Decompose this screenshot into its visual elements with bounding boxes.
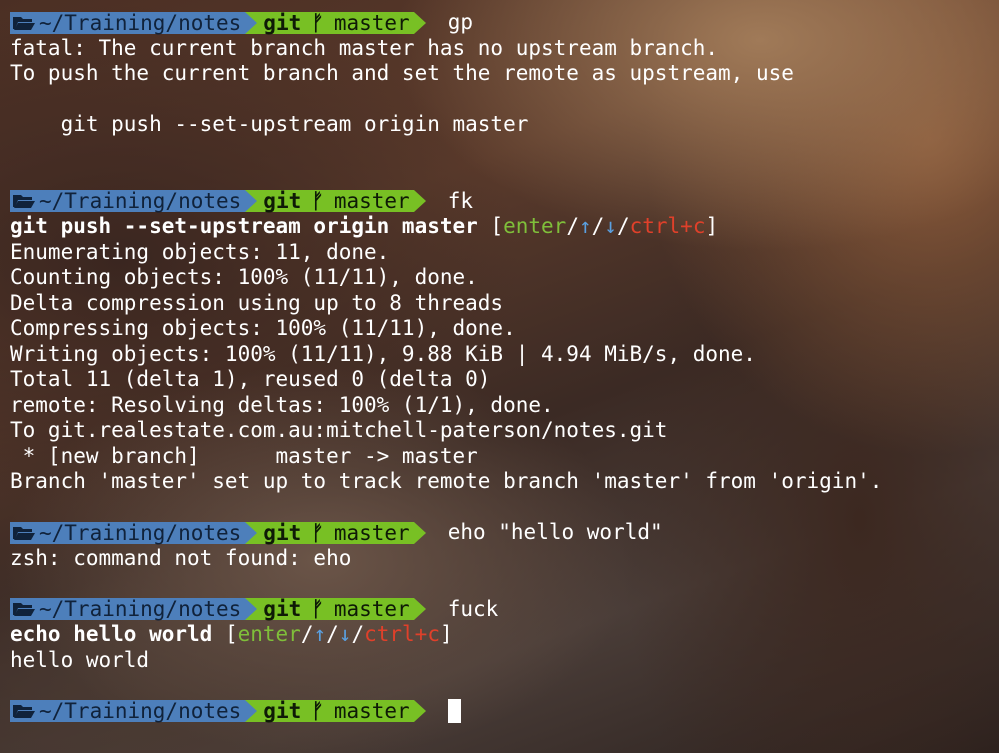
suggestion-line: git push --set-upstream origin master [e… <box>10 214 995 240</box>
folder-open-icon <box>13 16 35 30</box>
powerline-arrow-icon <box>245 190 258 213</box>
output-line: git push --set-upstream origin master <box>10 112 529 136</box>
active-prompt-line[interactable]: ~/Training/notes git ᚠ master <box>10 699 995 725</box>
path-segment: ~/Training/notes <box>10 10 246 35</box>
prompt-line: ~/Training/notes git ᚠ master eho "hello w… <box>10 520 995 546</box>
text-cursor <box>447 699 461 724</box>
powerline-arrow-icon <box>413 700 426 723</box>
powerline-arrow-icon <box>245 598 258 621</box>
folder-open-icon <box>13 603 35 617</box>
path-segment: ~/Training/notes <box>10 699 246 724</box>
branch-icon: ᚠ <box>311 10 324 35</box>
branch-icon: ᚠ <box>311 189 324 214</box>
hint-separator: / <box>616 214 630 238</box>
hint-separator: / <box>326 622 339 646</box>
hint-up: ↑ <box>578 214 592 238</box>
suggested-command: git push --set-upstream origin master <box>10 214 478 238</box>
output-line: Delta compression using up to 8 threads <box>10 290 504 315</box>
output-line: Total 11 (delta 1), reused 0 (delta 0) <box>10 367 491 391</box>
branch-icon: ᚠ <box>311 597 324 622</box>
branch-name: master <box>333 10 410 35</box>
git-label: git <box>263 597 302 622</box>
git-segment: git ᚠ master <box>257 189 414 214</box>
output-line: * [new branch] master -> master <box>10 443 478 468</box>
output-line: hello world <box>10 647 150 672</box>
powerline-arrow-icon <box>413 190 426 213</box>
git-label: git <box>263 520 302 545</box>
hint-down: ↓ <box>604 214 617 238</box>
powerline-arrow-icon <box>413 598 426 621</box>
command-text: eho "hello world" <box>447 520 663 544</box>
prompt-line: ~/Training/notes git ᚠ master fuck <box>10 597 995 623</box>
folder-open-icon <box>13 526 35 540</box>
command-text: fuck <box>447 596 499 621</box>
hint-close: ] <box>439 622 453 646</box>
suggestion-line: echo hello world [enter/↑/↓/ctrl+c] <box>10 622 995 648</box>
git-label: git <box>263 189 302 214</box>
branch-icon: ᚠ <box>311 699 324 724</box>
hint-separator: / <box>566 214 579 238</box>
hint-ctrl-c: ctrl+c <box>629 214 706 238</box>
powerline-arrow-icon <box>245 521 258 544</box>
path-segment: ~/Training/notes <box>10 189 246 214</box>
branch-name: master <box>333 597 410 622</box>
output-line: zsh: command not found: eho <box>10 545 352 570</box>
git-label: git <box>263 699 302 724</box>
git-label: git <box>263 10 302 35</box>
output-line: fatal: The current branch master has no … <box>10 35 719 60</box>
hint-ctrl-c: ctrl+c <box>364 622 440 646</box>
path-text: ~/Training/notes <box>39 10 242 35</box>
output-line: Compressing objects: 100% (11/11), done. <box>10 316 516 340</box>
branch-name: master <box>333 520 410 545</box>
hint-separator: / <box>351 622 365 646</box>
hint-enter: enter <box>237 622 301 646</box>
suggested-command: echo hello world <box>10 622 213 646</box>
hint-close: ] <box>705 214 719 238</box>
output-line: remote: Resolving deltas: 100% (1/1), do… <box>10 392 554 417</box>
powerline-arrow-icon <box>413 11 426 34</box>
output-line: To push the current branch and set the r… <box>10 61 794 85</box>
hint-down: ↓ <box>338 622 352 646</box>
branch-name: master <box>333 699 410 724</box>
hint-open: [ <box>224 622 238 646</box>
branch-name: master <box>333 189 410 214</box>
powerline-arrow-icon <box>245 700 258 723</box>
folder-open-icon <box>13 705 35 719</box>
hint-separator: / <box>591 214 605 238</box>
hint-open: [ <box>490 214 504 238</box>
folder-open-icon <box>13 195 35 209</box>
command-text: gp <box>447 10 473 34</box>
command-text: fk <box>447 188 473 213</box>
output-line: Branch 'master' set up to track remote b… <box>10 469 883 493</box>
hint-up: ↑ <box>313 622 327 646</box>
path-text: ~/Training/notes <box>39 597 242 622</box>
git-segment: git ᚠ master <box>257 597 414 622</box>
terminal-window[interactable]: ~/Training/notes git ᚠ master gp fatal: Th… <box>10 10 995 724</box>
path-text: ~/Training/notes <box>39 520 242 545</box>
path-segment: ~/Training/notes <box>10 520 246 545</box>
output-line: To git.realestate.com.au:mitchell-paters… <box>10 418 668 442</box>
git-segment: git ᚠ master <box>257 699 414 724</box>
git-segment: git ᚠ master <box>257 10 414 35</box>
prompt-line: ~/Training/notes git ᚠ master fk <box>10 189 995 215</box>
output-line: Counting objects: 100% (11/11), done. <box>10 265 478 289</box>
branch-icon: ᚠ <box>311 520 324 545</box>
output-line: Enumerating objects: 11, done. <box>10 239 390 264</box>
path-text: ~/Training/notes <box>39 189 242 214</box>
output-line: Writing objects: 100% (11/11), 9.88 KiB … <box>10 341 756 366</box>
hint-separator: / <box>300 622 314 646</box>
hint-enter: enter <box>503 214 567 238</box>
git-segment: git ᚠ master <box>257 520 414 545</box>
powerline-arrow-icon <box>413 521 426 544</box>
path-text: ~/Training/notes <box>39 699 242 724</box>
path-segment: ~/Training/notes <box>10 597 246 622</box>
powerline-arrow-icon <box>245 11 258 34</box>
prompt-line: ~/Training/notes git ᚠ master gp <box>10 10 995 36</box>
